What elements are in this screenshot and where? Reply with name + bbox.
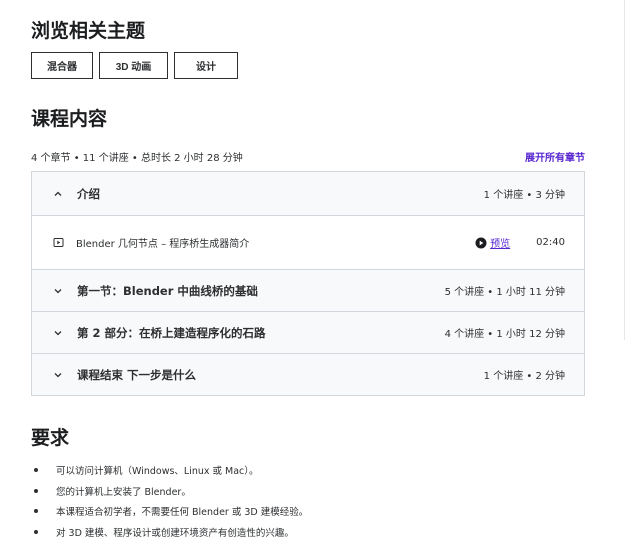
related-topics-title: 浏览相关主题 xyxy=(31,20,146,42)
list-item: 您的计算机上安装了 Blender。 xyxy=(31,481,308,502)
requirement-text: 可以访问计算机（Windows、Linux 或 Mac）。 xyxy=(56,466,259,478)
topic-chip-design[interactable]: 设计 xyxy=(174,52,238,79)
section-title: 第一节：Blender 中曲线桥的基础 xyxy=(77,283,258,298)
topic-chips: 混合器 3D 动画 设计 xyxy=(31,52,238,79)
preview-label: 预览 xyxy=(490,239,511,250)
preview-link[interactable]: 预览 xyxy=(475,235,510,250)
bullet xyxy=(34,509,38,514)
requirements-list: 可以访问计算机（Windows、Linux 或 Mac）。 您的计算机上安装了 … xyxy=(31,460,308,542)
list-item: 对 3D 建模、程序设计或创建环境资产有创造性的兴趣。 xyxy=(31,522,308,543)
course-summary: 4 个章节 • 11 个讲座 • 总时长 2 小时 28 分钟 xyxy=(31,153,243,164)
section-header-stone-path[interactable]: 第 2 部分：在桥上建造程序化的石路 4 个讲座 • 1 小时 12 分钟 xyxy=(32,311,584,353)
section-header-wrap-up[interactable]: 课程结束 下一步是什么 1 个讲座 • 2 分钟 xyxy=(32,353,584,395)
expand-all-sections-link[interactable]: 展开所有章节 xyxy=(525,149,585,164)
section-header-intro[interactable]: 介绍 1 个讲座 • 3 分钟 xyxy=(32,172,584,215)
chevron-down-icon xyxy=(53,328,63,338)
bullet xyxy=(34,529,38,534)
lecture-title: Blender 几何节点 – 程序桥生成器简介 xyxy=(76,239,250,250)
play-circle-icon xyxy=(475,237,487,249)
section-title: 第 2 部分：在桥上建造程序化的石路 xyxy=(77,325,266,340)
chevron-up-icon xyxy=(53,189,63,199)
requirements-title: 要求 xyxy=(31,427,70,449)
requirement-text: 对 3D 建模、程序设计或创建环境资产有创造性的兴趣。 xyxy=(56,527,294,539)
lecture-row: Blender 几何节点 – 程序桥生成器简介 预览 02:40 xyxy=(32,215,584,269)
course-content-title: 课程内容 xyxy=(31,108,108,130)
section-title: 课程结束 下一步是什么 xyxy=(77,367,197,382)
requirement-text: 本课程适合初学者，不需要任何 Blender 或 3D 建模经验。 xyxy=(56,507,309,519)
section-meta: 4 个讲座 • 1 小时 12 分钟 xyxy=(444,329,565,340)
section-header-basics[interactable]: 第一节：Blender 中曲线桥的基础 5 个讲座 • 1 小时 11 分钟 xyxy=(32,269,584,311)
bullet xyxy=(34,468,38,473)
section-meta: 1 个讲座 • 2 分钟 xyxy=(483,371,565,382)
list-item: 本课程适合初学者，不需要任何 Blender 或 3D 建模经验。 xyxy=(31,501,308,522)
topic-chip-3d-animation[interactable]: 3D 动画 xyxy=(99,52,168,79)
bullet xyxy=(34,488,38,493)
section-meta: 1 个讲座 • 3 分钟 xyxy=(483,190,565,201)
video-icon xyxy=(53,237,64,248)
curriculum-accordion: 介绍 1 个讲座 • 3 分钟 Blender 几何节点 – 程序桥生成器简介 … xyxy=(31,171,585,396)
section-meta: 5 个讲座 • 1 小时 11 分钟 xyxy=(444,287,565,298)
page-divider xyxy=(624,0,625,340)
requirement-text: 您的计算机上安装了 Blender。 xyxy=(56,486,191,498)
lecture-duration: 02:40 xyxy=(536,237,565,248)
chevron-down-icon xyxy=(53,286,63,296)
section-title: 介绍 xyxy=(77,186,100,201)
list-item: 可以访问计算机（Windows、Linux 或 Mac）。 xyxy=(31,460,308,481)
chevron-down-icon xyxy=(53,370,63,380)
topic-chip-blender[interactable]: 混合器 xyxy=(31,52,93,79)
